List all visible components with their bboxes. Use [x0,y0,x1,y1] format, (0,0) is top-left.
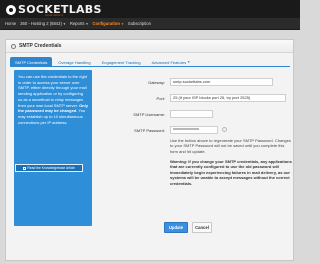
knowledgebase-button-label: Read the Knowledgebase Article [27,166,76,170]
panel-header: SMTP Credentials [6,40,293,53]
tab-overage-handling[interactable]: Overage Handling [53,57,95,66]
logo-tagline: email delivery [45,13,64,17]
tab-underline [10,66,290,67]
nav-account[interactable]: 360 - Hosting 2 (8842) ▼ [20,21,66,26]
chevron-down-icon: ▼ [85,21,89,26]
nav-account-label: 360 - Hosting 2 (8842) [20,21,62,26]
username-label: SMTP Username: [133,112,165,117]
nav-reports-label: Reports [69,21,85,26]
gateway-label: Gateway: [148,80,165,85]
knowledgebase-button[interactable]: Read the Knowledgebase Article [15,164,83,172]
main-nav: Home 360 - Hosting 2 (8842) ▼ Reports ▼ Co… [0,18,300,29]
nav-configuration-label: Configuration [92,21,120,26]
nav-home[interactable]: Home [5,21,16,26]
book-icon [22,166,26,170]
chevron-down-icon: ▼ [62,21,66,26]
nav-configuration[interactable]: Configuration ▼ [92,21,123,26]
smtp-credentials-panel: SMTP Credentials SMTP Credentials Overag… [5,39,294,261]
tab-smtp-credentials[interactable]: SMTP Credentials [10,57,53,66]
logo-icon [6,4,16,15]
info-box: You can use the credentials to the right… [14,70,92,226]
cancel-button[interactable]: Cancel [192,222,212,233]
top-bar: SOCKETLABS email delivery Home 360 - Hos… [0,0,300,30]
regenerate-password-button[interactable] [222,127,227,132]
nav-subscription-label: Subscription [127,21,151,26]
tab-engagement-tracking[interactable]: Engagement Tracking [97,57,146,66]
tab-advanced-features[interactable]: Advanced Features ▼ [147,57,196,66]
password-label: SMTP Password: [134,128,165,133]
port-field: 25 (if your ISP blocks port 25, try port… [170,94,286,102]
update-button[interactable]: Update [164,222,188,233]
username-field [170,110,213,118]
password-mask [173,128,199,131]
tab-bar: SMTP Credentials Overage Handling Engage… [10,57,196,66]
chevron-down-icon: ▼ [187,60,191,64]
gateway-field: smtp.socketlabs.com [170,78,273,86]
password-field[interactable] [170,126,218,134]
gear-icon [11,43,16,49]
nav-reports[interactable]: Reports ▼ [70,21,89,26]
password-help-text: Use the button above to regenerate your … [170,138,291,154]
warning-text: Warning: If you change your SMTP credent… [170,159,292,186]
page-title: SMTP Credentials [19,43,62,49]
info-text: You can use the credentials to the right… [18,74,88,108]
port-label: Port: [156,96,165,101]
tab-advanced-features-label: Advanced Features [151,59,187,65]
form-actions: Update Cancel [164,222,216,233]
chevron-down-icon: ▼ [120,21,124,26]
nav-subscription[interactable]: Subscription [128,21,151,26]
nav-home-label: Home [5,21,17,26]
